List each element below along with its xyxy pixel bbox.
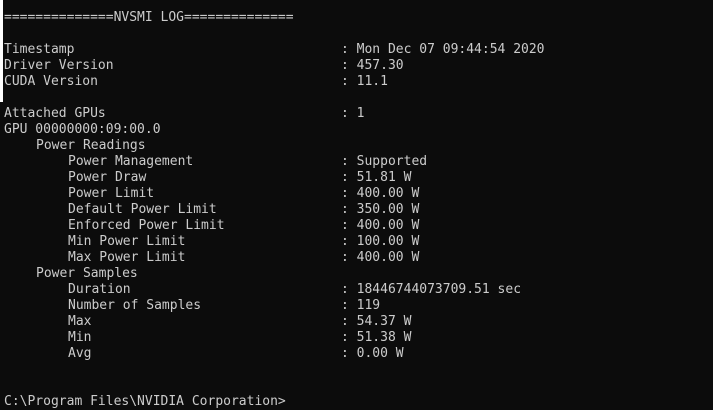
power-limit-value: : 400.00 W [341, 186, 420, 201]
power-draw-value: : 51.81 W [341, 170, 412, 185]
log-header: ==============NVSMI LOG============== [4, 10, 294, 25]
cuda-version-row: CUDA Version : 11.1 [4, 74, 388, 90]
power-management-row: Power Management : Supported [4, 154, 427, 170]
enforced-power-limit-value: : 400.00 W [341, 218, 420, 233]
power-samples-heading: Power Samples [4, 266, 138, 282]
max-sample-row: Max : 54.37 W [4, 314, 411, 330]
min-sample-row: Min : 51.38 W [4, 330, 411, 346]
attached-gpus-label: Attached GPUs [4, 106, 106, 121]
power-management-value: : Supported [341, 154, 428, 169]
enforced-power-limit-label: Enforced Power Limit [68, 218, 225, 233]
avg-sample-value: : 0.00 W [341, 346, 404, 361]
scroll-marker [0, 0, 3, 102]
duration-label: Duration [68, 282, 131, 297]
avg-sample-row: Avg : 0.00 W [4, 346, 404, 362]
timestamp-label: Timestamp [4, 42, 75, 57]
duration-value: : 18446744073709.51 sec [341, 282, 522, 297]
default-power-limit-value: : 350.00 W [341, 202, 420, 217]
max-power-limit-row: Max Power Limit : 400.00 W [4, 250, 419, 266]
number-of-samples-value: : 119 [341, 298, 381, 313]
driver-version-row: Driver Version : 457.30 [4, 58, 404, 74]
max-sample-value: : 54.37 W [341, 314, 412, 329]
timestamp-value: : Mon Dec 07 09:44:54 2020 [341, 42, 545, 57]
power-draw-row: Power Draw : 51.81 W [4, 170, 411, 186]
cuda-version-label: CUDA Version [4, 74, 98, 89]
timestamp-row: Timestamp : Mon Dec 07 09:44:54 2020 [4, 42, 545, 58]
power-readings-heading: Power Readings [4, 138, 146, 154]
min-power-limit-label: Min Power Limit [68, 234, 186, 249]
power-readings-title: Power Readings [36, 138, 146, 153]
cuda-version-value: : 11.1 [341, 74, 388, 89]
console-window[interactable]: ==============NVSMI LOG============== Ti… [0, 0, 713, 409]
power-draw-label: Power Draw [68, 170, 147, 185]
driver-version-label: Driver Version [4, 58, 114, 73]
power-management-label: Power Management [68, 154, 194, 169]
power-limit-label: Power Limit [68, 186, 155, 201]
duration-row: Duration : 18446744073709.51 sec [4, 282, 521, 298]
min-sample-label: Min [68, 330, 92, 345]
power-samples-title: Power Samples [36, 266, 138, 281]
default-power-limit-row: Default Power Limit : 350.00 W [4, 202, 419, 218]
min-power-limit-value: : 100.00 W [341, 234, 420, 249]
avg-sample-label: Avg [68, 346, 92, 361]
default-power-limit-label: Default Power Limit [68, 202, 217, 217]
attached-gpus-value: : 1 [341, 106, 365, 121]
max-power-limit-label: Max Power Limit [68, 250, 186, 265]
max-sample-label: Max [68, 314, 92, 329]
driver-version-value: : 457.30 [341, 58, 404, 73]
min-power-limit-row: Min Power Limit : 100.00 W [4, 234, 419, 250]
enforced-power-limit-row: Enforced Power Limit : 400.00 W [4, 218, 419, 234]
max-power-limit-value: : 400.00 W [341, 250, 420, 265]
min-sample-value: : 51.38 W [341, 330, 412, 345]
power-limit-row: Power Limit : 400.00 W [4, 186, 419, 202]
attached-gpus-row: Attached GPUs : 1 [4, 106, 364, 122]
gpu-id: GPU 00000000:09:00.0 [4, 122, 161, 137]
number-of-samples-label: Number of Samples [68, 298, 202, 313]
number-of-samples-row: Number of Samples : 119 [4, 298, 380, 314]
